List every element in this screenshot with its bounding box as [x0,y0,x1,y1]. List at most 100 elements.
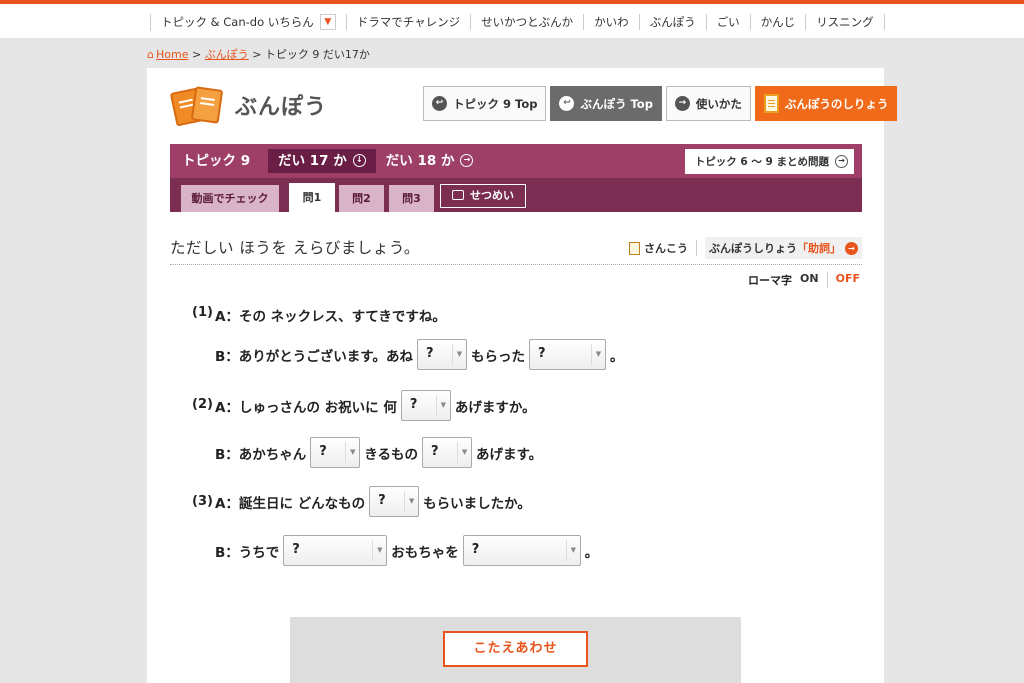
chevron-down-icon: ▼ [457,442,471,463]
grammar-top-button[interactable]: ↩ ぶんぽう Top [550,86,662,121]
sentence-text: あげますか。 [454,399,536,416]
tab-label: せつめい [470,189,514,202]
topic-label: トピック 9 [182,153,251,169]
link-label: ぶんぽうしりょう [709,242,797,255]
button-label: トピック 9 Top [453,96,538,111]
nav-conversation[interactable]: かいわ [583,14,639,31]
arrow-right-icon: → [835,155,848,168]
tab-explanation[interactable]: せつめい [440,184,526,208]
answer-select[interactable]: ? ▼ [416,339,467,370]
speech-bubble-icon [452,190,464,200]
tab-video-check[interactable]: 動画でチェック [181,185,279,212]
grammar-materials-button[interactable]: ぶんぽうのしりょう [754,86,898,121]
topic-top-button[interactable]: ↩ トピック 9 Top [423,86,547,121]
lesson-17-link[interactable]: だい 17 か ↓ [268,149,376,173]
select-value: ? [431,444,439,459]
button-label: ぶんぽう Top [580,96,653,111]
tab-q3[interactable]: 問3 [389,185,434,212]
arrow-down-icon: ↓ [352,153,366,167]
chevron-down-icon: ▼ [590,344,605,365]
select-value: ? [378,493,386,508]
arrow-back-icon: ↩ [559,96,575,111]
button-label: ぶんぽうのしりょう [784,96,889,111]
reference-link[interactable]: さんこう [629,240,697,256]
grammar-particles-link[interactable]: ぶんぽうしりょう 「助詞」 → [705,237,862,259]
speaker-label: A： [215,309,239,325]
usage-button[interactable]: → 使いかた [665,86,751,121]
answer-select[interactable]: ? ▼ [462,535,581,566]
answer-select[interactable]: ? ▼ [400,390,451,421]
nav-culture[interactable]: せいかつとぶんか [470,14,583,31]
select-value: ? [537,346,546,361]
romaji-off-option[interactable]: OFF [836,272,860,288]
answer-select[interactable]: ? ▼ [283,535,388,566]
lesson-bar: トピック 9 だい 17 か ↓ だい 18 か → トピック 6 〜 9 まとめ問… [170,144,862,178]
tab-q2[interactable]: 問2 [339,185,384,212]
divider [170,264,862,265]
lesson-18-link[interactable]: だい 18 か → [376,149,484,173]
sentence-text: うちで [238,544,280,561]
sentence-text: 誕生日に どんなもの [238,495,366,512]
grammar-logo: ぶんぽう [169,84,328,127]
chevron-down-icon: ▼ [451,344,466,365]
breadcrumb: ⌂ Home > ぶんぽう > トピック 9 だい17か [147,46,370,62]
answer-select[interactable]: ? ▼ [310,437,361,468]
select-value: ? [409,397,418,412]
romaji-on-option[interactable]: ON [800,272,828,288]
answer-select[interactable]: ? ▼ [528,339,606,370]
global-nav: トピック & Can-do いちらん ▼ ドラマでチャレンジ せいかつとぶんか か… [150,13,885,31]
button-label: 使いかた [695,96,742,111]
nav-vocabulary[interactable]: ごい [705,14,750,31]
breadcrumb-home-link[interactable]: Home [156,48,188,61]
check-answers-button[interactable]: こたえあわせ [443,631,588,667]
nav-drama[interactable]: ドラマでチャレンジ [345,14,470,31]
breadcrumb-separator: > [252,48,262,61]
sentence-text: しゅっさんの お祝いに 何 [238,399,397,416]
document-icon [629,241,640,255]
arrow-right-icon: → [460,153,474,167]
question-1-line-b: B： ありがとうございます。あね ? ▼ もらった ? ▼ 。 [215,339,623,370]
sentence-text: ありがとうございます。あね [238,348,413,365]
sentence-text: その ネックレス、すてきですね。 [238,309,446,325]
answer-select[interactable]: ? ▼ [369,486,420,517]
chevron-down-icon: ▼ [565,540,580,561]
question-2-line-a: A： しゅっさんの お祝いに 何 ? ▼ あげますか。 [215,390,536,421]
arrow-right-icon: → [845,241,858,255]
nav-label: トピック & Can-do いちらん [161,15,314,29]
chevron-down-icon: ▼ [404,491,418,512]
select-value: ? [471,542,480,557]
breadcrumb-separator: > [191,48,202,61]
question-3-line-a: A： 誕生日に どんなもの ? ▼ もらいましたか。 [215,486,531,517]
sentence-text: きるもの [364,446,419,463]
instruction-text: ただしい ほうを えらびましょう。 [170,239,420,257]
select-value: ? [292,542,300,557]
question-number: (2) [192,397,213,412]
nav-listening[interactable]: リスニング [805,14,885,31]
romaji-toggle: ローマ字 ON OFF [748,272,860,288]
logo-title: ぶんぽう [235,95,328,120]
select-value: ? [425,346,434,361]
tab-q1[interactable]: 問1 [289,183,335,212]
speaker-label: A： [215,399,239,416]
breadcrumb-grammar-link[interactable]: ぶんぽう [205,48,249,61]
breadcrumb-current: トピック 9 だい17か [264,48,370,61]
question-1-line-a: A： その ネックレス、すてきですね。 [215,307,446,325]
sentence-text: もらった [470,348,525,365]
sentence-text: おもちゃを [391,544,459,561]
chevron-down-icon: ▼ [372,540,386,561]
question-number: (3) [192,494,213,509]
arrow-back-icon: ↩ [432,96,447,111]
lesson-label: だい 18 か [385,153,455,169]
nav-topic-cando[interactable]: トピック & Can-do いちらん ▼ [150,13,346,31]
nav-kanji[interactable]: かんじ [749,14,806,31]
question-number: (1) [192,305,213,320]
chevron-down-icon[interactable]: ▼ [319,13,336,30]
header-buttons: ↩ トピック 9 Top ↩ ぶんぽう Top → 使いかた ぶんぽうのしりょう [423,86,898,121]
chevron-down-icon: ▼ [345,442,359,463]
notebook-icon [763,94,779,113]
nav-grammar[interactable]: ぶんぽう [638,14,706,31]
sentence-text: 。 [609,348,624,365]
speaker-label: A： [215,495,239,512]
answer-select[interactable]: ? ▼ [422,437,473,468]
summary-quiz-button[interactable]: トピック 6 〜 9 まとめ問題 → [684,149,854,174]
